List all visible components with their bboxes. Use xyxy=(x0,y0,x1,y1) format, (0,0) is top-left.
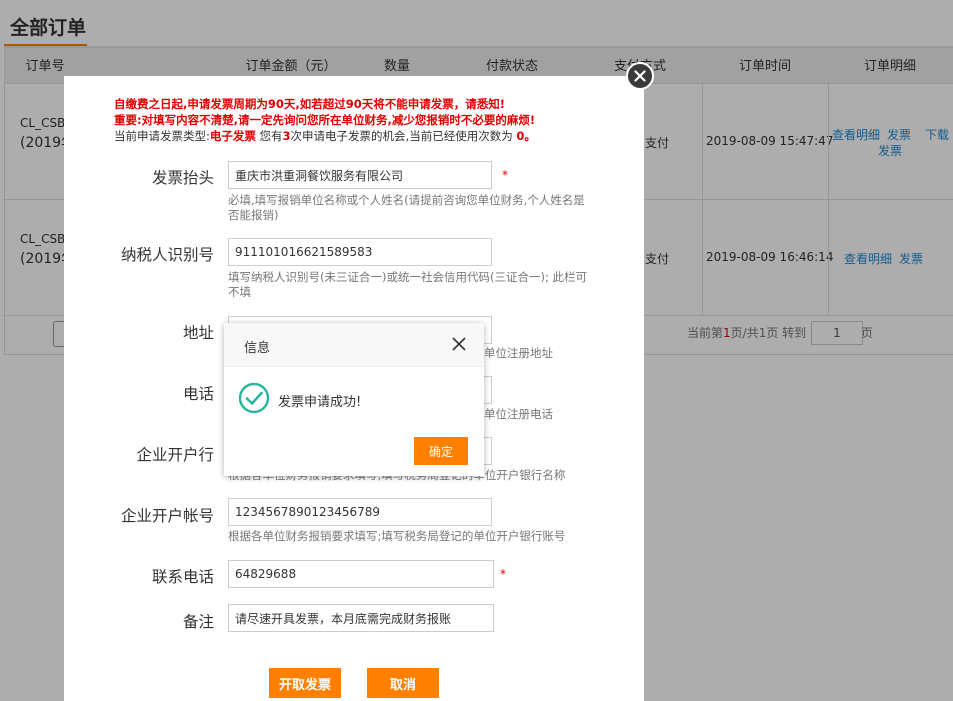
phone-label: 电话 xyxy=(182,385,214,403)
issue-invoice-button[interactable]: 开取发票 xyxy=(269,668,341,698)
tax-id-hint: 填写纳税人识别号(未三证合一)或统一社会信用代码(三证合一); 此栏可不填 xyxy=(228,270,587,299)
account-input[interactable] xyxy=(228,498,492,526)
notice-count-prefix: 您有 xyxy=(255,129,283,143)
tax-id-input[interactable] xyxy=(228,238,492,266)
invoice-title-label: 发票抬头 xyxy=(151,169,214,187)
close-icon[interactable] xyxy=(452,337,466,351)
notice-type-value: 电子发票 xyxy=(209,129,256,143)
info-dialog-title: 信息 xyxy=(244,341,271,356)
account-label: 企业开户帐号 xyxy=(120,507,214,525)
cancel-button[interactable]: 取消 xyxy=(367,668,439,698)
notice-period: 自缴费之日起,申请发票周期为90天,如若超过90天将不能申请发票，请悉知! xyxy=(114,97,505,111)
invoice-title-hint: 必填,填写报销单位名称或个人姓名(请提前咨询您单位财务,个人姓名是否能报销) xyxy=(228,193,585,222)
remark-input[interactable] xyxy=(228,604,494,632)
notice-used-prefix: 次申请电子发票的机会,当前已经使用次数为 xyxy=(290,129,517,143)
contact-phone-label: 联系电话 xyxy=(151,568,214,586)
required-mark: * xyxy=(500,567,506,581)
bank-label: 企业开户行 xyxy=(136,446,214,464)
confirm-button[interactable]: 确定 xyxy=(414,437,468,465)
contact-phone-input[interactable] xyxy=(228,560,494,588)
info-dialog-header: 信息 xyxy=(224,323,484,367)
account-hint: 根据各单位财务报销要求填写;填写税务局登记的单位开户银行账号 xyxy=(228,529,566,543)
address-label: 地址 xyxy=(182,324,214,342)
required-mark: * xyxy=(502,168,508,182)
invoice-title-input[interactable] xyxy=(228,161,492,189)
notice-count-value: 3 xyxy=(282,129,291,143)
success-check-icon xyxy=(238,382,270,414)
bank-hint-right: 单位开户银行名称 xyxy=(473,468,566,482)
notice-invoice-type: 当前申请发票类型:电子发票 您有3次申请电子发票的机会,当前已经使用次数为 0。 xyxy=(114,128,536,144)
tax-id-label: 纳税人识别号 xyxy=(120,246,214,264)
address-hint: 单位注册地址 xyxy=(484,346,553,360)
remark-label: 备注 xyxy=(182,613,214,631)
notice-type-prefix: 当前申请发票类型: xyxy=(114,129,210,143)
info-message: 发票申请成功! xyxy=(278,395,362,410)
info-dialog: 信息 发票申请成功! 确定 xyxy=(224,323,484,476)
close-icon xyxy=(634,70,646,82)
dialog-close-button[interactable] xyxy=(626,62,654,90)
notice-used-value: 0。 xyxy=(516,129,536,143)
phone-hint: 单位注册电话 xyxy=(484,407,553,421)
notice-important: 重要:对填写内容不清楚,请一定先询问您所在单位财务,减少您报销时不必要的麻烦! xyxy=(114,113,536,127)
